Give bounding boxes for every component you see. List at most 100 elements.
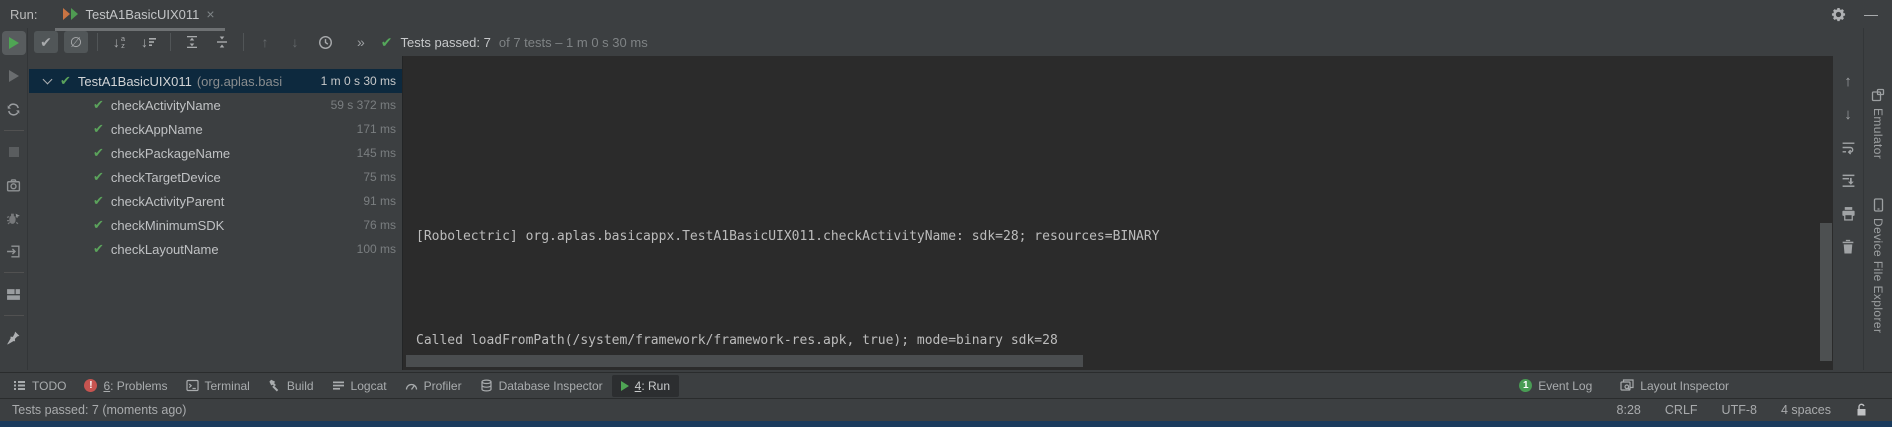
tree-row-test[interactable]: ✔ checkMinimumSDK 76 ms [29, 213, 402, 237]
event-log-button[interactable]: 1 Event Log [1510, 375, 1601, 397]
status-detail-text: of 7 tests – 1 m 0 s 30 ms [499, 35, 648, 50]
pin-tab-icon[interactable] [2, 325, 26, 349]
toolbar-separator [97, 33, 98, 51]
status-message[interactable]: Tests passed: 7 (moments ago) [12, 403, 186, 417]
status-bar-widgets: 8:28 CRLF UTF-8 4 spaces [1617, 403, 1868, 417]
tab-title: TestA1BasicUIX011 [85, 7, 199, 22]
rerun-tests-button[interactable] [2, 31, 26, 55]
sort-alphabetically-button[interactable]: ↓az [107, 31, 131, 53]
profiler-icon [405, 379, 418, 392]
logcat-icon [332, 379, 345, 392]
tree-row-test[interactable]: ✔ checkTargetDevice 75 ms [29, 165, 402, 189]
toolbar-separator [170, 33, 171, 51]
tool-window-button-build[interactable]: Build [259, 375, 323, 397]
clear-console-icon[interactable] [1837, 235, 1859, 257]
expand-all-button[interactable] [180, 31, 204, 53]
tool-window-button-todo[interactable]: TODO [4, 375, 75, 397]
tool-window-button-terminal[interactable]: Terminal [177, 375, 259, 397]
caret-position-widget[interactable]: 8:28 [1617, 403, 1641, 417]
device-icon [1872, 198, 1885, 212]
tree-row-test[interactable]: ✔ checkActivityName 59 s 372 ms [29, 93, 402, 117]
test-status-summary: ✔ Tests passed: 7 of 7 tests – 1 m 0 s 3… [381, 34, 648, 51]
test-passed-icon: ✔ [93, 121, 104, 137]
test-passed-icon: ✔ [93, 193, 104, 209]
tool-window-button-label: TODO [32, 379, 66, 393]
tool-window-button-problems[interactable]: ! 6: Problems [75, 375, 176, 397]
tool-window-button-logcat[interactable]: Logcat [323, 375, 396, 397]
more-actions-icon[interactable]: » [357, 34, 365, 50]
tree-row-test[interactable]: ✔ checkActivityParent 91 ms [29, 189, 402, 213]
test-method-name: checkActivityParent [111, 194, 224, 209]
passed-check-icon: ✔ [381, 34, 393, 51]
tree-row-root[interactable]: ✔ TestA1BasicUIX011 (org.aplas.basi 1 m … [29, 69, 402, 93]
emulator-icon [1871, 88, 1885, 102]
stop-button[interactable] [2, 140, 26, 164]
test-duration: 59 s 372 ms [331, 98, 396, 112]
console-horizontal-scrollbar[interactable] [406, 355, 1083, 367]
test-tree: ✔ TestA1BasicUIX011 (org.aplas.basi 1 m … [29, 56, 402, 370]
rerun-failed-tests-button[interactable] [2, 64, 26, 88]
layout-inspector-button[interactable]: Layout Inspector [1611, 375, 1738, 397]
window-bottom-strip [0, 421, 1892, 427]
run-header: Run: TestA1BasicUIX011 × — [0, 0, 1892, 28]
import-test-results-icon[interactable] [2, 239, 26, 263]
tool-window-button-database-inspector[interactable]: Database Inspector [471, 375, 612, 397]
scroll-to-end-icon[interactable] [1837, 169, 1859, 191]
tool-window-button-label: Build [287, 379, 314, 393]
screenshot-icon[interactable] [2, 173, 26, 197]
unlock-icon[interactable] [1855, 403, 1868, 417]
tool-window-button-profiler[interactable]: Profiler [396, 375, 471, 397]
hide-icon[interactable]: — [1864, 6, 1878, 22]
close-icon[interactable]: × [206, 6, 214, 22]
status-bar: Tests passed: 7 (moments ago) 8:28 CRLF … [0, 398, 1892, 421]
test-method-name: checkActivityName [111, 98, 221, 113]
scroll-up-icon[interactable]: ↑ [1837, 70, 1859, 92]
sort-by-duration-button[interactable]: ↓ [137, 31, 161, 53]
test-duration: 75 ms [363, 170, 396, 184]
line-ending-widget[interactable]: CRLF [1665, 403, 1698, 417]
tree-row-test[interactable]: ✔ checkPackageName 145 ms [29, 141, 402, 165]
toolbar-separator [243, 33, 244, 51]
tool-window-button-run[interactable]: 4: Run [612, 375, 679, 397]
soft-wrap-icon[interactable] [1837, 136, 1859, 158]
test-passed-icon: ✔ [93, 217, 104, 233]
test-method-name: checkMinimumSDK [111, 218, 224, 233]
test-passed-icon: ✔ [93, 169, 104, 185]
scroll-down-icon[interactable]: ↓ [1837, 103, 1859, 125]
console-line: [Robolectric] org.aplas.basicappx.TestA1… [416, 224, 1833, 250]
encoding-widget[interactable]: UTF-8 [1722, 403, 1757, 417]
tree-row-test[interactable]: ✔ checkAppName 171 ms [29, 117, 402, 141]
restore-layout-icon[interactable] [2, 282, 26, 306]
console-line: Called loadFromPath(/system/framework/fr… [416, 328, 1833, 354]
tool-window-button-device-file-explorer[interactable]: Device File Explorer [1864, 198, 1892, 333]
print-icon[interactable] [1837, 202, 1859, 224]
console-output: [Robolectric] org.aplas.basicappx.TestA1… [402, 56, 1833, 370]
toggle-auto-test-button[interactable] [2, 97, 26, 121]
stripe-separator [4, 272, 24, 273]
attach-debugger-icon[interactable] [2, 206, 26, 230]
chevron-down-icon[interactable] [43, 75, 53, 85]
tool-window-button-label: 6: Problems [103, 379, 167, 393]
show-ignored-button[interactable]: ∅ [64, 31, 88, 53]
previous-occurrence-button[interactable]: ↑ [253, 31, 277, 53]
test-duration: 171 ms [357, 122, 396, 136]
next-occurrence-button[interactable]: ↓ [283, 31, 307, 53]
console-vertical-scrollbar[interactable] [1820, 223, 1832, 361]
tool-window-button-label: Terminal [205, 379, 250, 393]
test-tree-children: ✔ checkActivityName 59 s 372 ms ✔ checkA… [29, 93, 402, 261]
tool-window-button-emulator[interactable]: Emulator [1864, 88, 1892, 159]
tool-window-button-label: 4: Run [635, 379, 670, 393]
test-history-button[interactable] [313, 31, 337, 53]
show-passed-button[interactable]: ✔ [34, 31, 58, 53]
tool-window-label: Emulator [1871, 108, 1885, 159]
collapse-all-button[interactable] [210, 31, 234, 53]
tab-testa1basicuix011[interactable]: TestA1BasicUIX011 × [55, 0, 224, 28]
test-duration: 100 ms [357, 242, 396, 256]
gear-icon[interactable] [1831, 7, 1846, 22]
tool-window-button-label: Database Inspector [499, 379, 603, 393]
layout-inspector-icon [1620, 379, 1634, 392]
test-method-name: checkLayoutName [111, 242, 219, 257]
run-configuration-icon [63, 8, 78, 20]
tree-row-test[interactable]: ✔ checkLayoutName 100 ms [29, 237, 402, 261]
indent-widget[interactable]: 4 spaces [1781, 403, 1831, 417]
